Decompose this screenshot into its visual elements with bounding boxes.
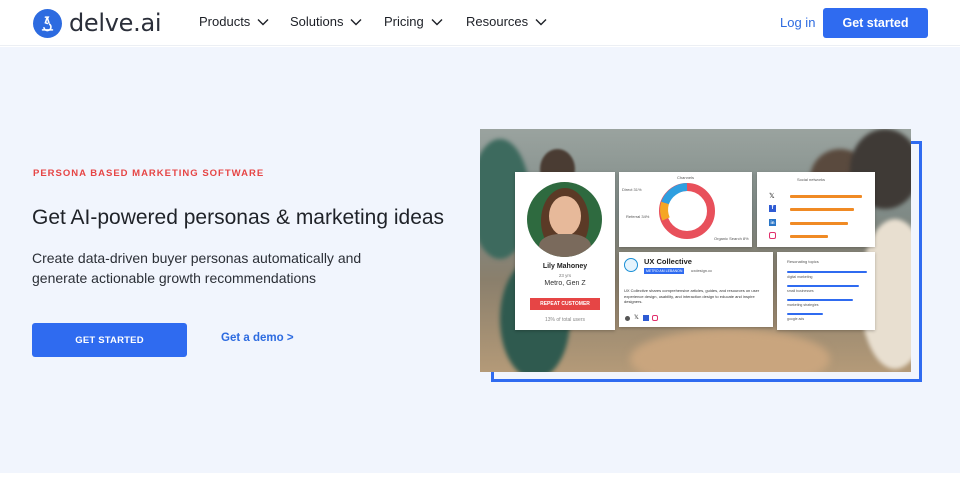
- social-bar: [790, 195, 862, 198]
- topics-title: Resonating topics: [787, 259, 819, 264]
- x-icon: 𝕏: [769, 193, 775, 200]
- social-bar: [790, 222, 848, 225]
- facebook-icon: [643, 315, 649, 321]
- instagram-icon: [652, 315, 658, 321]
- social-title: Social networks: [797, 177, 826, 182]
- nav-resources-label: Resources: [466, 14, 529, 29]
- hero-headline: Get AI-powered personas & marketing idea…: [32, 206, 445, 229]
- topic-label: digital marketing: [787, 275, 813, 279]
- linkedin-icon: in: [769, 219, 776, 226]
- channels-label: Referral 34%: [626, 214, 650, 219]
- nav-solutions[interactable]: Solutions: [290, 14, 362, 29]
- persona-name: Lily Mahoney: [542, 263, 588, 270]
- chevron-down-icon: [257, 18, 269, 25]
- login-link[interactable]: Log in: [780, 15, 815, 30]
- hero-subhead: Create data-driven buyer personas automa…: [32, 250, 362, 286]
- instagram-icon: [769, 232, 776, 239]
- topic-bar: [787, 271, 867, 273]
- nav-products-label: Products: [199, 14, 251, 29]
- ux-collective-card: UX Collective METRO AM LEBANON uxdesign.…: [619, 252, 773, 327]
- globe-icon: [625, 316, 630, 321]
- nav-solutions-label: Solutions: [290, 14, 344, 29]
- site-header: delve.ai Products Solutions Pricing Reso…: [0, 0, 960, 46]
- x-icon: 𝕏: [634, 315, 639, 321]
- nav-pricing-label: Pricing: [384, 14, 424, 29]
- persona-share: 13% of total users: [544, 317, 586, 323]
- persona-segment: Metro, Gen Z: [544, 280, 586, 287]
- page-below-fold: [0, 473, 960, 480]
- nav-resources[interactable]: Resources: [466, 14, 547, 29]
- channels-card: Channels Direct 31% Referral 34% Organic…: [619, 172, 752, 247]
- brand-logo[interactable]: delve.ai: [33, 8, 162, 38]
- topic-label: marketing strategies: [787, 303, 819, 307]
- ux-collective-title: UX Collective: [644, 257, 692, 266]
- persona-card: Lily Mahoney 23 yrs Metro, Gen Z REPEAT …: [515, 172, 615, 330]
- nav-pricing[interactable]: Pricing: [384, 14, 443, 29]
- persona-badge: REPEAT CUSTOMER: [530, 298, 600, 310]
- get-started-header-button[interactable]: Get started: [823, 8, 928, 38]
- chevron-down-icon: [535, 18, 547, 25]
- background-figure: [630, 329, 830, 372]
- social-bar: [790, 208, 854, 211]
- chevron-down-icon: [431, 18, 443, 25]
- topic-label: google ads: [787, 317, 805, 321]
- persona-age: 23 yrs: [558, 273, 572, 278]
- topic-label: small businesses: [787, 289, 814, 293]
- ux-collective-url: uxdesign.cc: [691, 268, 713, 273]
- get-started-button[interactable]: GET STARTED: [32, 323, 187, 357]
- channels-donut-chart: [659, 183, 715, 239]
- channels-label: Organic Search 8%: [714, 236, 749, 241]
- social-bar: [790, 235, 828, 238]
- topic-bar: [787, 299, 853, 301]
- hero-eyebrow: PERSONA BASED MARKETING SOFTWARE: [33, 168, 265, 179]
- chevron-down-icon: [350, 18, 362, 25]
- ux-collective-description: UX Collective shares comprehensive artic…: [624, 288, 760, 304]
- ux-collective-tag: METRO AM LEBANON: [644, 268, 685, 274]
- microscope-icon: [33, 8, 62, 38]
- facebook-icon: f: [769, 205, 776, 212]
- ux-collective-logo-icon: [624, 258, 638, 272]
- nav-products[interactable]: Products: [199, 14, 269, 29]
- brand-name: delve.ai: [69, 9, 162, 37]
- get-demo-link[interactable]: Get a demo >: [221, 332, 294, 344]
- social-networks-card: Social networks 𝕏 f in: [757, 172, 875, 247]
- hero-image: Lily Mahoney 23 yrs Metro, Gen Z REPEAT …: [480, 129, 911, 372]
- channels-title: Channels: [677, 175, 694, 180]
- channels-label: Direct 31%: [622, 187, 642, 192]
- resonating-topics-card: Resonating topics digital marketing smal…: [777, 252, 875, 330]
- topic-bar: [787, 285, 859, 287]
- topic-bar: [787, 313, 823, 315]
- avatar: [527, 182, 602, 257]
